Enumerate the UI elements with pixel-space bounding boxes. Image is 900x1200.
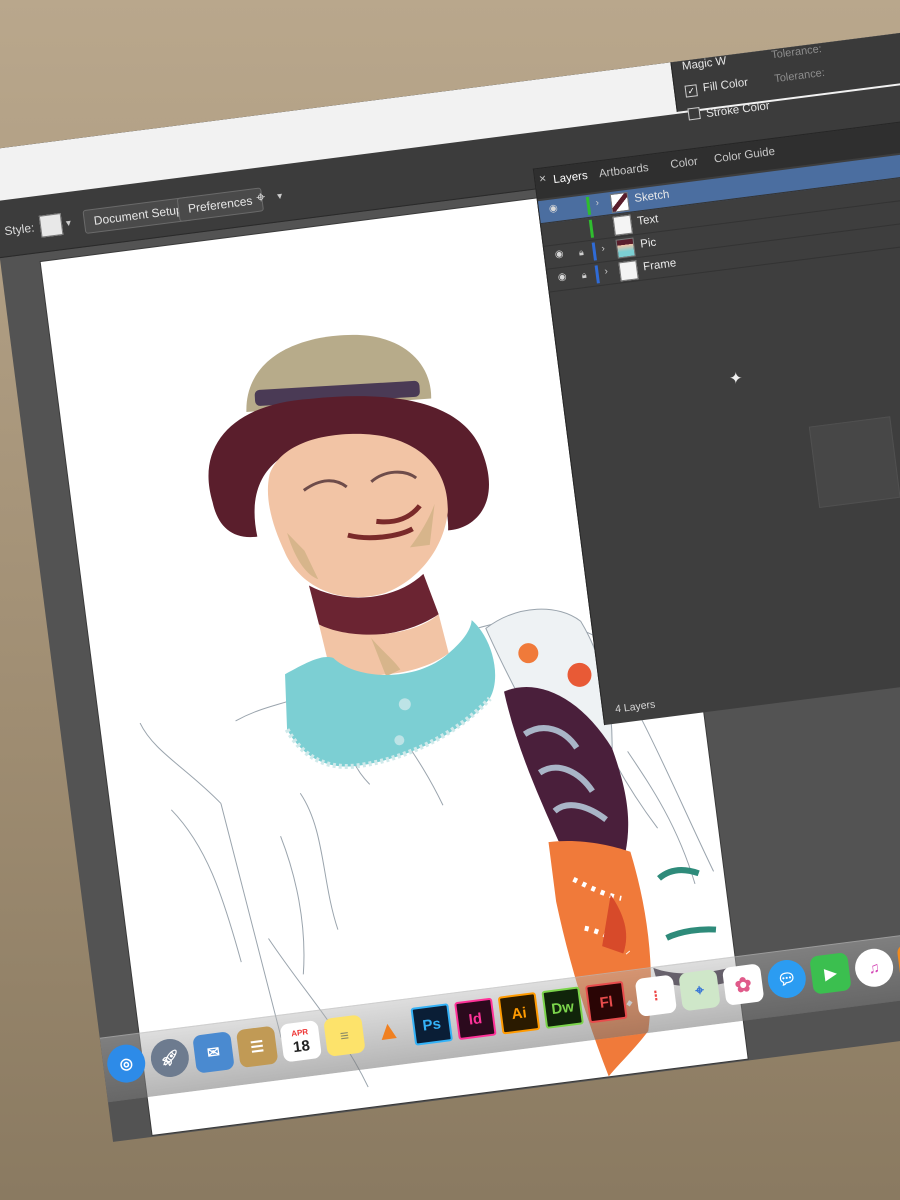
messages-icon[interactable]: 💬︎: [765, 957, 809, 1001]
layer-name[interactable]: Text: [637, 213, 659, 228]
safari-icon[interactable]: ◎: [104, 1042, 148, 1085]
mail-icon[interactable]: ✉: [192, 1031, 235, 1074]
style-label: Style:: [3, 220, 36, 239]
contacts-icon[interactable]: ☰: [235, 1025, 279, 1069]
flash-icon[interactable]: Fl: [585, 980, 628, 1024]
layer-color-swatch: [594, 265, 600, 284]
monitor-screen: Style: ▾ Document Setup Preferences ⌖ ▾: [0, 30, 900, 1142]
chevron-right-icon[interactable]: ›: [595, 198, 600, 209]
facetime-icon[interactable]: ▶: [809, 952, 852, 995]
tab-color-guide[interactable]: Color Guide: [713, 146, 775, 166]
illustrator-icon[interactable]: Ai: [497, 992, 541, 1035]
screen-reflection: [808, 416, 900, 509]
fill-color-checkbox[interactable]: ✓ Fill Color: [684, 77, 749, 98]
itunes-icon[interactable]: ♫: [852, 946, 896, 990]
layer-name[interactable]: Frame: [642, 257, 676, 273]
reminders-icon[interactable]: ⁝: [634, 974, 678, 1017]
indesign-icon[interactable]: Id: [454, 997, 497, 1041]
notes-icon[interactable]: ≡: [323, 1014, 366, 1057]
close-icon[interactable]: ×: [538, 171, 547, 186]
lock-icon[interactable]: 🔒︎: [581, 270, 587, 282]
photos-icon[interactable]: ✿: [721, 963, 765, 1006]
chevron-right-icon[interactable]: ›: [601, 243, 606, 254]
magic-wand-cursor-icon: ✦: [729, 370, 743, 388]
lock-icon[interactable]: 🔒︎: [578, 247, 584, 259]
calendar-day: 18: [292, 1036, 311, 1056]
tab-color[interactable]: Color: [670, 156, 699, 171]
layer-thumbnail: [615, 237, 636, 259]
style-swatch[interactable]: [38, 213, 64, 238]
rocket-icon[interactable]: 🚀︎: [148, 1036, 192, 1080]
tab-layers[interactable]: Layers: [553, 170, 589, 186]
eye-icon[interactable]: ◉: [557, 271, 570, 283]
layer-thumbnail: [612, 214, 633, 236]
calendar-icon[interactable]: APR 18: [279, 1019, 323, 1063]
eye-icon[interactable]: ◉: [554, 248, 567, 260]
layer-thumbnail: [609, 191, 630, 213]
checkbox-checked-icon[interactable]: ✓: [684, 84, 698, 98]
layer-name[interactable]: Sketch: [634, 189, 670, 205]
layer-color-swatch: [591, 242, 597, 261]
eye-icon[interactable]: ◉: [548, 203, 562, 215]
layer-color-swatch: [588, 219, 595, 238]
preferences-button[interactable]: Preferences: [176, 187, 264, 222]
photoshop-icon[interactable]: Ps: [410, 1003, 453, 1046]
arrange-icon[interactable]: ⌖: [255, 189, 266, 208]
dreamweaver-icon[interactable]: Dw: [541, 986, 584, 1029]
chevron-down-icon[interactable]: ▾: [277, 191, 283, 203]
layer-name[interactable]: Pic: [640, 237, 657, 251]
layer-color-swatch: [585, 196, 592, 216]
chevron-down-icon[interactable]: ▾: [65, 218, 71, 230]
layers-count: 4 Layers: [614, 698, 656, 716]
tab-artboards[interactable]: Artboards: [598, 162, 649, 180]
checkbox-icon[interactable]: [687, 107, 701, 121]
maps-icon[interactable]: ⌖: [678, 968, 721, 1012]
tolerance-label: Tolerance:: [773, 66, 826, 86]
vlc-icon[interactable]: ▲: [367, 1009, 410, 1052]
fill-color-label: Fill Color: [702, 76, 749, 95]
ibooks-icon[interactable]: 📖︎: [896, 940, 900, 984]
layer-thumbnail: [618, 260, 639, 282]
chevron-right-icon[interactable]: ›: [604, 266, 609, 277]
